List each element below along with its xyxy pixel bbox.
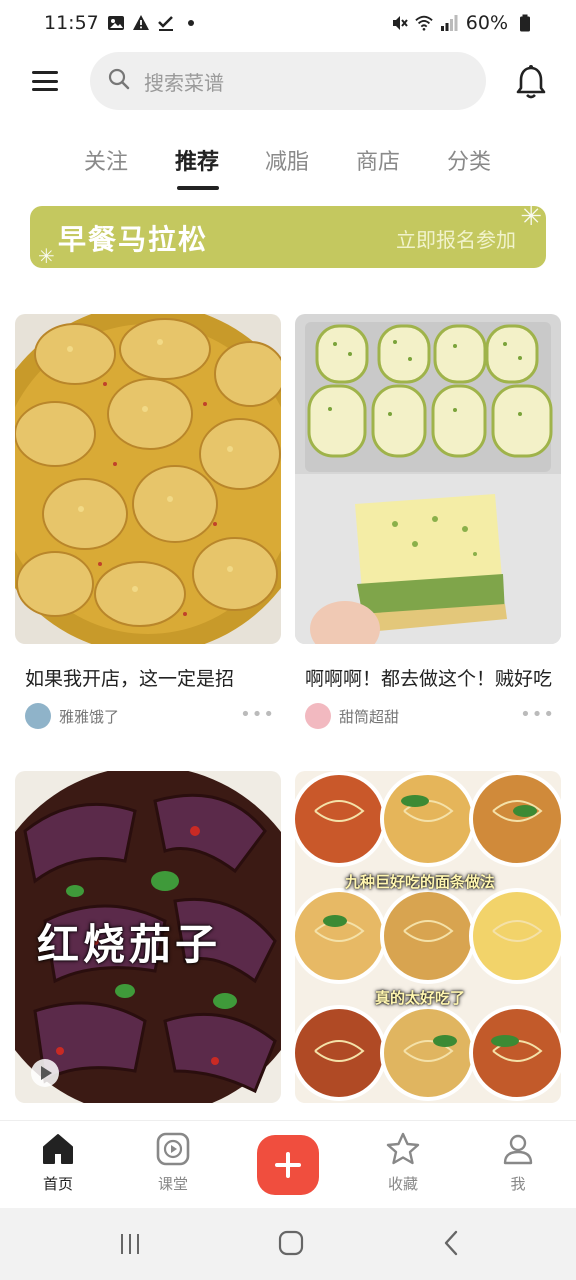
status-left: 11:57 <box>44 12 200 34</box>
warning-icon <box>132 14 150 32</box>
status-bar: 11:57 60% <box>0 0 576 46</box>
recipe-author[interactable]: 甜筒超甜 <box>305 703 399 729</box>
notification-bell-icon[interactable] <box>512 64 550 100</box>
nav-label: 我 <box>510 1175 526 1193</box>
home-button-icon[interactable] <box>278 1230 304 1256</box>
search-icon <box>108 68 130 94</box>
recipe-image-noodle-grid[interactable]: 九种巨好吃的面条做法 真的太好吃了 <box>295 771 561 1103</box>
author-name: 甜筒超甜 <box>339 707 400 726</box>
signal-icon <box>440 14 458 32</box>
battery-percent: 60% <box>465 12 508 34</box>
recipe-overlay-text: 红烧茄子 <box>37 920 222 969</box>
recipe-card[interactable]: 九种巨好吃的面条做法 真的太好吃了 <box>295 771 561 1103</box>
tab-follow[interactable]: 关注 <box>84 144 128 176</box>
back-icon[interactable] <box>440 1230 464 1256</box>
author-name: 雅雅饿了 <box>59 707 120 726</box>
flower-decoration-icon: ✳ <box>38 244 55 268</box>
nav-profile[interactable]: 我 <box>478 1131 558 1194</box>
home-icon <box>43 1134 73 1164</box>
avatar <box>305 703 331 729</box>
recipe-card[interactable]: 啊啊啊！都去做这个！贼好吃 甜筒超甜 ••• <box>295 314 561 734</box>
search-bar[interactable]: 搜索菜谱 <box>90 52 486 110</box>
recipe-image-matcha-cheesecake[interactable] <box>295 314 561 644</box>
recipe-image-osmanthus-jelly[interactable] <box>15 314 281 644</box>
recipe-card[interactable]: 如果我开店，这一定是招 雅雅饿了 ••• <box>15 314 281 734</box>
wifi-icon <box>415 14 433 32</box>
tab-recommend[interactable]: 推荐 <box>175 144 219 176</box>
dot-icon <box>182 14 200 32</box>
recipe-image-braised-eggplant[interactable]: 红烧茄子 <box>15 771 281 1103</box>
bottom-navigation: 首页 课堂 收藏 我 <box>0 1120 576 1208</box>
nav-label: 收藏 <box>387 1175 418 1193</box>
recipe-card[interactable]: 红烧茄子 <box>15 771 281 1103</box>
nav-classroom[interactable]: 课堂 <box>133 1131 213 1194</box>
tab-shop[interactable]: 商店 <box>356 144 400 176</box>
banner-title: 早餐马拉松 <box>58 223 209 256</box>
recipe-overlay-text-bottom: 真的太好吃了 <box>375 989 466 1007</box>
active-tab-indicator <box>177 186 219 190</box>
banner-cta[interactable]: 立即报名参加 <box>396 224 516 253</box>
menu-icon <box>32 71 58 74</box>
category-tabs: 关注 推荐 减脂 商店 分类 <box>0 140 576 192</box>
check-icon <box>157 14 175 32</box>
promo-banner[interactable]: ✳ ✳ 早餐马拉松 立即报名参加 <box>30 206 546 268</box>
user-icon <box>503 1134 533 1165</box>
header: 搜索菜谱 <box>0 52 576 110</box>
search-input[interactable]: 搜索菜谱 <box>144 67 224 96</box>
status-time: 11:57 <box>44 12 99 34</box>
nav-label: 首页 <box>42 1175 73 1193</box>
avatar <box>25 703 51 729</box>
flower-decoration-icon: ✳ <box>520 206 542 232</box>
tab-fat-loss[interactable]: 减脂 <box>265 144 309 176</box>
add-recipe-button[interactable] <box>257 1135 319 1195</box>
nav-favorites[interactable]: 收藏 <box>363 1131 443 1194</box>
star-icon <box>386 1132 420 1165</box>
play-icon <box>156 1132 190 1166</box>
recent-apps-icon[interactable] <box>118 1232 142 1256</box>
nav-home[interactable]: 首页 <box>18 1131 98 1194</box>
more-options-icon[interactable]: ••• <box>240 704 275 725</box>
recipe-title[interactable]: 啊啊啊！都去做这个！贼好吃 <box>305 664 552 691</box>
menu-button[interactable] <box>28 66 62 96</box>
more-options-icon[interactable]: ••• <box>520 704 555 725</box>
image-icon <box>107 14 125 32</box>
recipe-title[interactable]: 如果我开店，这一定是招 <box>25 664 234 691</box>
add-icon <box>275 1152 301 1178</box>
recipe-author[interactable]: 雅雅饿了 <box>25 703 119 729</box>
status-right: 60% <box>390 12 534 34</box>
recipe-overlay-text-top: 九种巨好吃的面条做法 <box>345 873 496 891</box>
mute-icon <box>390 14 408 32</box>
nav-label: 课堂 <box>157 1175 188 1193</box>
system-navigation-bar <box>0 1208 576 1280</box>
battery-icon <box>516 14 534 32</box>
tab-category[interactable]: 分类 <box>447 144 491 176</box>
